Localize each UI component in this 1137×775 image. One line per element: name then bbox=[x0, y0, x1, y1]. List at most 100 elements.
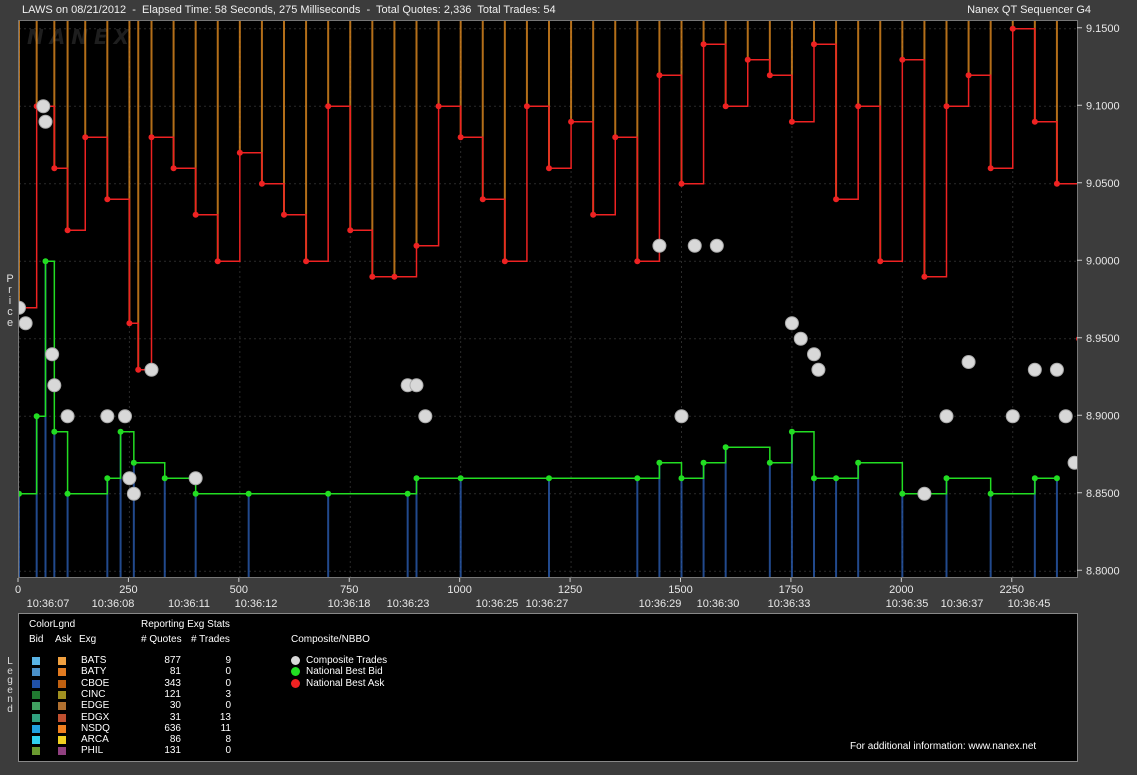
time-tick-label: 10:36:37 bbox=[941, 598, 984, 610]
trade-point bbox=[709, 238, 724, 253]
bid-point bbox=[457, 475, 464, 482]
bid-swatch bbox=[32, 713, 40, 722]
bid-point bbox=[130, 459, 137, 466]
bid-point bbox=[678, 475, 685, 482]
trade-point bbox=[807, 347, 821, 362]
bid-point bbox=[899, 490, 906, 497]
time-tick-label: 10:36:33 bbox=[768, 598, 811, 610]
trade-point bbox=[45, 347, 60, 362]
color-legend-title: ColorLgnd bbox=[29, 619, 76, 630]
plot-area[interactable]: NANEX bbox=[18, 20, 1078, 578]
quote-count: 30 bbox=[169, 700, 181, 712]
ask-point bbox=[722, 103, 729, 110]
ask-point bbox=[281, 211, 287, 218]
time-tick-label: 10:36:18 bbox=[328, 598, 371, 610]
price-tick-label: 9.1500 bbox=[1086, 23, 1120, 35]
bid-swatch bbox=[32, 657, 40, 665]
ask-swatch bbox=[58, 668, 66, 677]
bid-point bbox=[855, 459, 862, 466]
trade-count: 3 bbox=[225, 688, 231, 700]
trade-point bbox=[19, 316, 33, 331]
ask-point bbox=[126, 320, 133, 327]
composite-label: National Best Bid bbox=[306, 666, 383, 678]
bid-point bbox=[325, 490, 332, 497]
bid-point bbox=[987, 490, 994, 497]
bid-point bbox=[1031, 475, 1038, 482]
col-trades: # Trades bbox=[191, 634, 230, 645]
trade-count: 0 bbox=[225, 677, 231, 689]
trade-point bbox=[784, 316, 799, 331]
trade-point bbox=[118, 409, 132, 424]
price-tick-label: 8.8000 bbox=[1086, 565, 1120, 577]
seq-tick-label: 1250 bbox=[558, 584, 582, 596]
ask-point bbox=[258, 180, 265, 187]
exchange-name: BATS bbox=[81, 655, 107, 666]
ask-point bbox=[568, 118, 575, 125]
time-tick-label: 10:36:25 bbox=[476, 598, 519, 610]
ask-point bbox=[413, 242, 420, 249]
ask-point bbox=[1031, 118, 1038, 125]
trade-point bbox=[961, 355, 976, 369]
ask-swatch bbox=[58, 736, 66, 745]
trade-point bbox=[418, 409, 433, 424]
seq-tick-label: 2000 bbox=[889, 584, 913, 596]
ask-point bbox=[51, 165, 58, 172]
bid-point bbox=[943, 475, 950, 482]
exchange-name: CBOE bbox=[81, 677, 110, 689]
bid-swatch bbox=[32, 736, 40, 745]
ask-point bbox=[766, 72, 773, 79]
ask-point bbox=[678, 180, 685, 187]
price-axis-svg: 9.1500 9.1000 9.0500 9.0000 8.9500 8.9000 8.85… bbox=[1077, 23, 1120, 577]
trade-point bbox=[144, 362, 159, 377]
time-tick-label: 10:36:11 bbox=[168, 598, 210, 610]
ask-point bbox=[457, 134, 464, 141]
seq-tick-label: 0 bbox=[15, 584, 21, 596]
bid-swatch bbox=[32, 690, 40, 699]
composite-dot bbox=[291, 678, 300, 688]
bid-point bbox=[766, 459, 773, 466]
time-tick-label: 10:36:29 bbox=[639, 598, 682, 610]
ask-point bbox=[987, 165, 994, 172]
ask-point bbox=[700, 41, 707, 48]
ask-swatch bbox=[58, 713, 66, 722]
price-chart-svg bbox=[19, 21, 1077, 577]
ask-swatch bbox=[58, 747, 66, 756]
ask-point bbox=[104, 196, 111, 203]
ask-point bbox=[236, 149, 243, 156]
ask-point bbox=[170, 165, 177, 172]
time-tick-label: 10:36:30 bbox=[697, 598, 740, 610]
col-ask: Ask bbox=[55, 634, 72, 645]
bid-point bbox=[117, 428, 124, 435]
seq-tick-label: 250 bbox=[119, 584, 137, 596]
composite-dot bbox=[291, 667, 300, 677]
bid-point bbox=[245, 490, 252, 497]
ask-point bbox=[899, 56, 906, 63]
ask-point bbox=[590, 211, 597, 218]
ask-point bbox=[811, 41, 817, 48]
composite-label: National Best Ask bbox=[306, 677, 385, 689]
trade-point bbox=[811, 362, 826, 377]
ask-swatch bbox=[58, 702, 66, 711]
trade-point bbox=[939, 409, 954, 424]
exchange-name: EDGE bbox=[81, 700, 110, 712]
composite-dot bbox=[291, 656, 300, 665]
bid-line bbox=[19, 260, 1057, 495]
ask-point bbox=[612, 134, 619, 141]
bid-point bbox=[811, 475, 817, 482]
time-tick-label: 10:36:27 bbox=[526, 598, 569, 610]
ask-swatch bbox=[58, 657, 66, 665]
trade-point bbox=[793, 331, 808, 346]
ask-point bbox=[347, 227, 354, 234]
ask-point bbox=[656, 72, 663, 79]
trade-count: 8 bbox=[225, 734, 231, 746]
col-quotes: # Quotes bbox=[141, 634, 182, 645]
bid-point bbox=[833, 475, 840, 482]
ask-point bbox=[501, 258, 508, 265]
ask-point bbox=[1009, 25, 1016, 32]
ask-point bbox=[148, 134, 155, 141]
trade-point bbox=[917, 486, 932, 501]
trade-count: 0 bbox=[225, 666, 231, 678]
bid-point bbox=[700, 459, 707, 466]
exchange-name: CINC bbox=[81, 688, 106, 700]
time-tick-label: 10:36:45 bbox=[1008, 598, 1051, 610]
